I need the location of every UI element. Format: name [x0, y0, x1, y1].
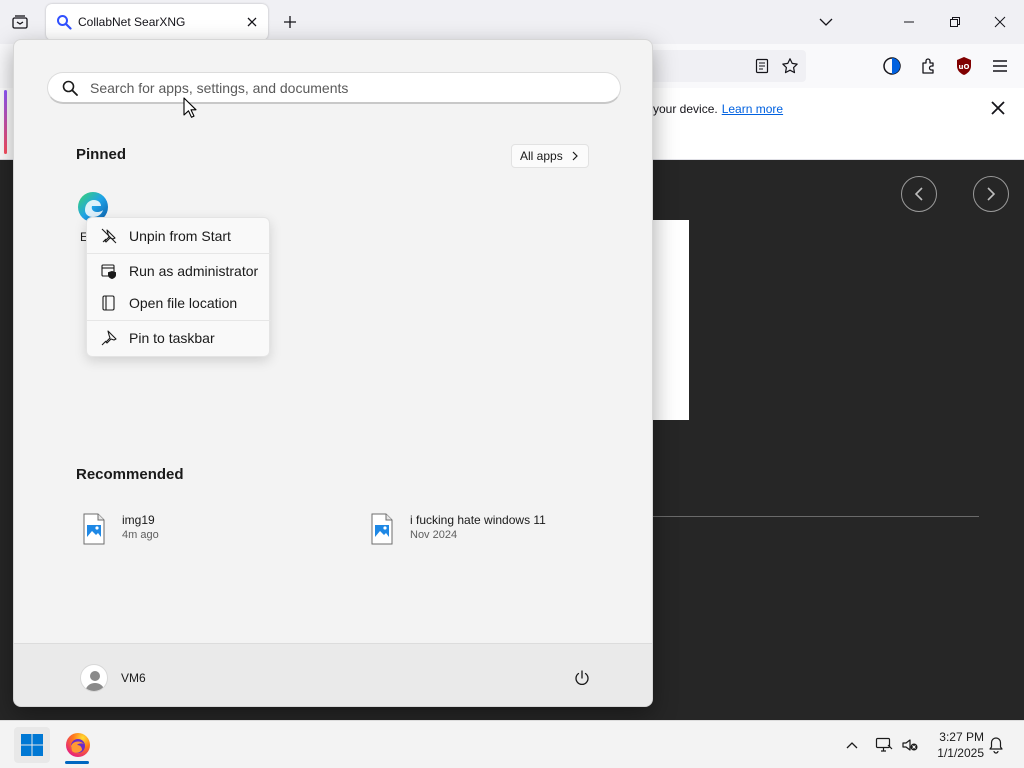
run-as-administrator-item[interactable]: Run as administrator — [87, 255, 271, 287]
learn-more-link[interactable]: Learn more — [722, 102, 783, 116]
reader-view-icon[interactable] — [750, 54, 774, 78]
search-icon — [62, 80, 78, 96]
recommended-item-name: i fucking hate windows 11 — [410, 513, 546, 527]
recommended-item-name: img19 — [122, 513, 155, 527]
folder-icon — [99, 293, 119, 313]
firefox-view-icon[interactable] — [880, 54, 904, 78]
recommended-item-windows11[interactable]: i fucking hate windows 11 Nov 2024 — [370, 510, 630, 550]
clock-time: 3:27 PM — [939, 730, 984, 744]
unpin-icon — [99, 226, 119, 246]
clock-date: 1/1/2025 — [937, 746, 984, 760]
extensions-icon[interactable] — [917, 54, 941, 78]
context-menu-label: Unpin from Start — [129, 228, 231, 244]
open-file-location-item[interactable]: Open file location — [87, 287, 271, 319]
tab-close-icon[interactable] — [244, 14, 260, 30]
active-tab[interactable]: CollabNet SearXNG — [46, 4, 268, 40]
network-icon[interactable] — [874, 735, 894, 755]
url-bar[interactable] — [640, 50, 806, 82]
context-menu-label: Open file location — [129, 295, 238, 311]
context-menu-label: Pin to taskbar — [129, 330, 215, 346]
carousel-next-button[interactable] — [973, 176, 1009, 212]
taskbar-clock[interactable]: 3:27 PM 1/1/2025 — [928, 729, 984, 761]
power-icon[interactable] — [570, 666, 594, 690]
admin-shield-icon — [99, 261, 119, 281]
tab-title: CollabNet SearXNG — [78, 15, 186, 29]
firefox-taskbar-icon[interactable] — [60, 727, 96, 763]
image-file-icon — [370, 513, 394, 545]
image-file-icon — [82, 513, 106, 545]
unpin-from-start-item[interactable]: Unpin from Start — [87, 220, 271, 252]
ublock-origin-icon[interactable]: uO — [952, 54, 976, 78]
bookmark-star-icon[interactable] — [778, 54, 802, 78]
notification-close-icon[interactable] — [988, 98, 1008, 118]
start-menu-footer: VM6 — [14, 643, 652, 706]
notification-text: your device. Learn more — [653, 102, 783, 116]
context-menu-divider — [87, 253, 271, 254]
search-favicon-icon — [56, 14, 72, 30]
pinned-heading: Pinned — [76, 146, 127, 163]
context-menu-divider — [87, 320, 271, 321]
context-menu: Unpin from Start Run as administrator Op… — [86, 217, 271, 357]
new-tab-icon[interactable] — [280, 12, 300, 32]
notification-bell-icon[interactable] — [986, 735, 1006, 755]
recommended-heading: Recommended — [76, 466, 184, 483]
user-avatar[interactable] — [80, 664, 108, 692]
svg-text:uO: uO — [959, 63, 970, 71]
recommended-item-img19[interactable]: img19 4m ago — [82, 510, 342, 550]
notification-message: your device. — [653, 102, 718, 116]
restore-icon[interactable] — [943, 10, 967, 34]
context-menu-label: Run as administrator — [129, 263, 259, 279]
volume-muted-icon[interactable] — [900, 735, 920, 755]
show-hidden-icons-chevron-up-icon[interactable] — [842, 735, 862, 755]
hamburger-menu-icon[interactable] — [988, 54, 1012, 78]
start-search-box[interactable] — [47, 72, 621, 104]
tab-list-icon[interactable] — [8, 10, 32, 34]
close-window-icon[interactable] — [988, 10, 1012, 34]
windows-start-icon[interactable] — [14, 727, 50, 763]
taskbar: 3:27 PM 1/1/2025 — [0, 720, 1024, 768]
all-apps-label: All apps — [520, 149, 563, 163]
mouse-cursor-icon — [183, 97, 197, 119]
pin-to-taskbar-item[interactable]: Pin to taskbar — [87, 322, 271, 354]
list-all-tabs-icon[interactable] — [814, 10, 838, 34]
notification-accent-bar — [4, 90, 7, 154]
content-divider — [653, 516, 979, 517]
active-app-indicator — [65, 761, 89, 764]
recommended-item-time: 4m ago — [122, 529, 159, 541]
start-search-input[interactable] — [90, 73, 590, 103]
recommended-item-time: Nov 2024 — [410, 529, 458, 541]
all-apps-button[interactable]: All apps — [511, 144, 589, 168]
content-image-panel — [653, 220, 689, 420]
start-menu: Pinned All apps E Unpin from Start — [13, 39, 653, 707]
browser-tab-bar: CollabNet SearXNG — [0, 0, 1024, 44]
minimize-icon[interactable] — [897, 10, 921, 34]
user-name[interactable]: VM6 — [121, 671, 146, 685]
pin-icon — [99, 328, 119, 348]
carousel-prev-button[interactable] — [901, 176, 937, 212]
chevron-right-icon — [570, 150, 580, 162]
